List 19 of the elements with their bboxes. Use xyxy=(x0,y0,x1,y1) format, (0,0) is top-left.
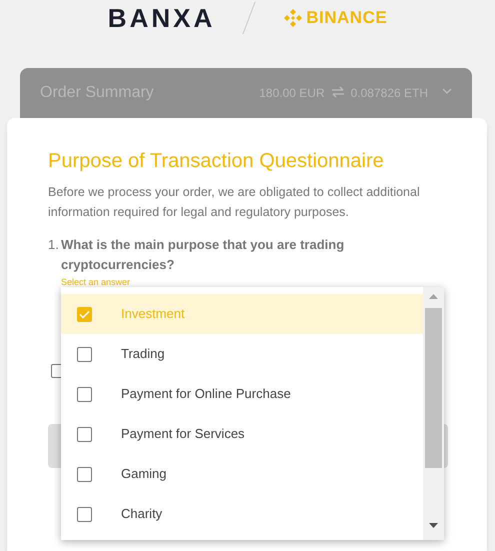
partner-logo: BINANCE xyxy=(306,7,388,30)
checkbox[interactable] xyxy=(77,346,92,362)
scrollbar-thumb[interactable] xyxy=(425,308,442,468)
checkbox[interactable] xyxy=(77,506,92,522)
questionnaire-title: Purpose of Transaction Questionnaire xyxy=(48,149,385,174)
swap-icon xyxy=(330,86,345,98)
checkbox[interactable] xyxy=(77,466,92,482)
slash-divider-icon xyxy=(241,1,258,35)
question-text: What is the main purpose that you are trading cryptocurrencies? xyxy=(61,236,346,274)
checkbox[interactable] xyxy=(77,386,92,402)
diamond-logo-icon xyxy=(283,8,304,28)
banxa-logo: BANXA xyxy=(108,2,216,34)
select-hint: Select an answer xyxy=(61,277,132,287)
intro-paragraph: Before we process your order, we are obligated to collect additional information required for legal and regulatory purposes. xyxy=(48,184,421,221)
scroll-down-icon[interactable] xyxy=(429,523,438,528)
checkbox[interactable] xyxy=(77,426,92,442)
question-number: 1. xyxy=(48,236,60,254)
scrollbar[interactable] xyxy=(423,287,444,540)
checked-checkbox[interactable] xyxy=(77,306,92,322)
